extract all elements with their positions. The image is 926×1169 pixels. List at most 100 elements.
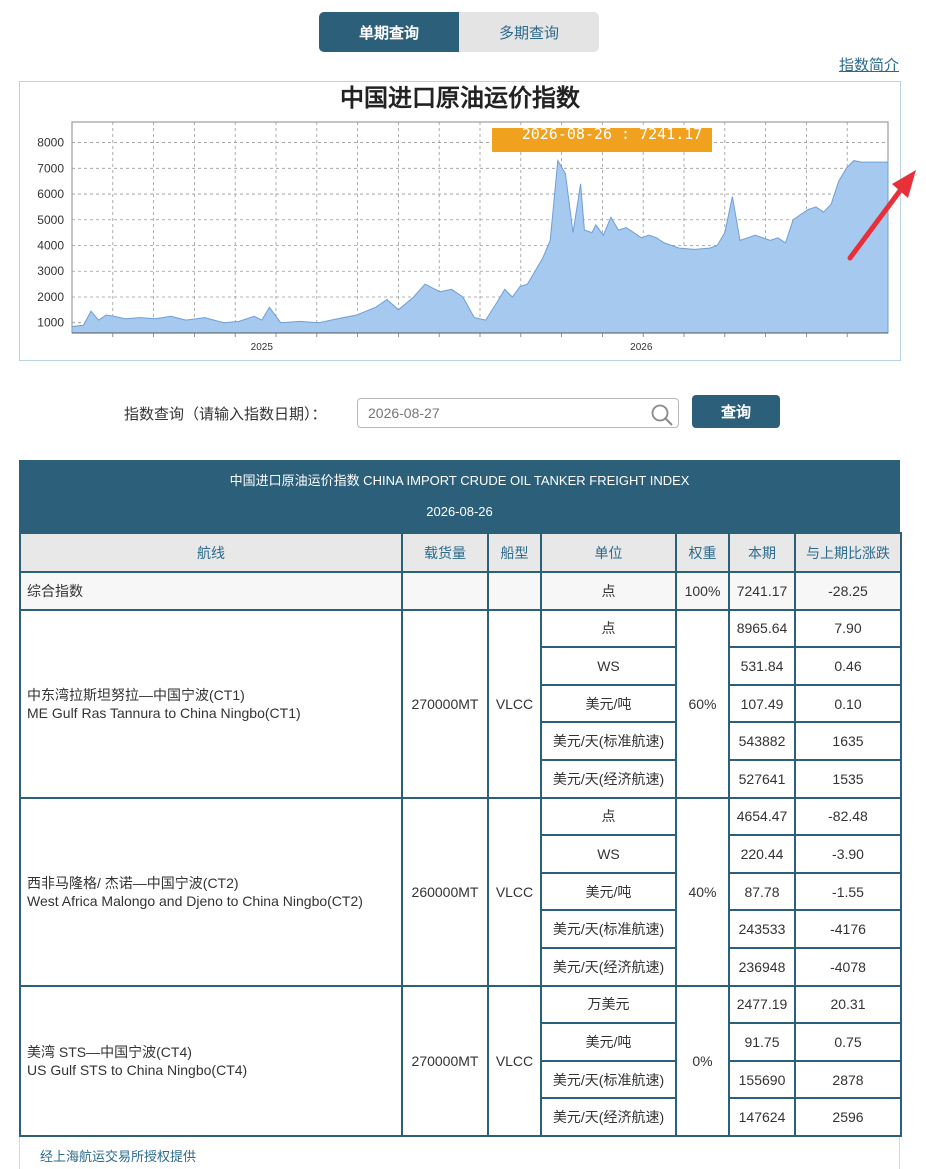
table-row-composite: 综合指数 点 100% 7241.17 -28.25 [19, 571, 902, 611]
table-row: 西非马隆格/ 杰诺—中国宁波(CT2) West Africa Malongo … [19, 796, 902, 987]
y-tick-label: 6000 [37, 187, 64, 201]
col-weight: 权重 [675, 532, 730, 573]
col-change: 与上期比涨跌 [794, 532, 902, 573]
y-tick-label: 1000 [37, 316, 64, 330]
change-cell: -4176 [794, 909, 902, 949]
y-tick-label: 7000 [37, 161, 64, 175]
search-icon[interactable] [650, 403, 674, 427]
footer-credit: 经上海航运交易所授权提供 [40, 1149, 197, 1164]
current-cell: 4654.47 [728, 796, 796, 837]
date-input[interactable] [357, 398, 679, 428]
query-label: 指数查询（请输入指数日期）： [124, 405, 327, 423]
current-cell: 87.78 [728, 871, 796, 912]
current-cell: 107.49 [728, 683, 796, 724]
composite-weight: 100% [675, 571, 730, 611]
cargo-ct2: 260000MT [401, 796, 489, 987]
table-title-bar: 中国进口原油运价指数 CHINA IMPORT CRUDE OIL TANKER… [19, 460, 900, 532]
weight-ct1: 60% [675, 608, 730, 799]
table-row: 美湾 STS—中国宁波(CT4) US Gulf STS to China Ni… [19, 984, 902, 1137]
route-ct1-cn: 中东湾拉斯坦努拉—中国宁波(CT1) [27, 686, 245, 703]
current-cell: 220.44 [728, 834, 796, 874]
table-header-row: 航线 载货量 船型 单位 权重 本期 与上期比涨跌 [19, 532, 902, 573]
col-unit: 单位 [540, 532, 677, 573]
current-cell: 147624 [728, 1097, 796, 1137]
current-cell: 91.75 [728, 1022, 796, 1062]
query-tabs: 单期查询 多期查询 [319, 12, 599, 52]
ship-ct2: VLCC [487, 796, 542, 987]
current-cell: 8965.64 [728, 608, 796, 649]
tab-single-period[interactable]: 单期查询 [319, 12, 459, 52]
route-ct2: 西非马隆格/ 杰诺—中国宁波(CT2) West Africa Malongo … [19, 796, 403, 987]
query-button[interactable]: 查询 [692, 395, 780, 428]
tab-multi-period[interactable]: 多期查询 [459, 12, 599, 52]
composite-ship [487, 571, 542, 611]
unit-cell: WS [540, 834, 677, 874]
ship-ct1: VLCC [487, 608, 542, 799]
y-tick-label: 4000 [37, 239, 64, 253]
change-cell: 1535 [794, 758, 902, 799]
chart-title: 中国进口原油运价指数 [340, 83, 581, 112]
unit-cell: WS [540, 646, 677, 686]
change-cell: -4078 [794, 946, 902, 987]
index-chart: 中国进口原油运价指数 1000 2000 3000 4000 5000 6000 7000 8… [19, 81, 901, 361]
table-row: 中东湾拉斯坦努拉—中国宁波(CT1) ME Gulf Ras Tannura t… [19, 608, 902, 799]
composite-change: -28.25 [794, 571, 902, 611]
unit-cell: 美元/天(经济航速) [540, 946, 677, 987]
composite-unit: 点 [540, 571, 677, 611]
unit-cell: 点 [540, 796, 677, 837]
route-ct1: 中东湾拉斯坦努拉—中国宁波(CT1) ME Gulf Ras Tannura t… [19, 608, 403, 799]
change-cell: 2596 [794, 1097, 902, 1137]
table-date: 2026-08-26 [426, 504, 493, 519]
chart-tooltip: 2026-08-26 : 7241.17 [522, 125, 703, 143]
col-cargo: 载货量 [401, 532, 489, 573]
current-cell: 243533 [728, 909, 796, 949]
composite-cargo [401, 571, 489, 611]
unit-cell: 美元/天(标准航速) [540, 1059, 677, 1100]
current-cell: 543882 [728, 721, 796, 761]
table-title: 中国进口原油运价指数 CHINA IMPORT CRUDE OIL TANKER… [229, 473, 690, 488]
change-cell: -3.90 [794, 834, 902, 874]
y-tick-label: 8000 [37, 136, 64, 150]
current-cell: 531.84 [728, 646, 796, 686]
y-tick-label: 3000 [37, 264, 64, 278]
route-ct1-en: ME Gulf Ras Tannura to China Ningbo(CT1) [27, 704, 301, 721]
y-tick-label: 5000 [37, 213, 64, 227]
route-ct4-cn: 美湾 STS—中国宁波(CT4) [27, 1043, 192, 1060]
unit-cell: 美元/吨 [540, 1022, 677, 1062]
cargo-ct4: 270000MT [401, 984, 489, 1137]
weight-ct2: 40% [675, 796, 730, 987]
unit-cell: 万美元 [540, 984, 677, 1025]
unit-cell: 点 [540, 608, 677, 649]
route-ct4-en: US Gulf STS to China Ningbo(CT4) [27, 1061, 248, 1078]
change-cell: 0.10 [794, 683, 902, 724]
change-cell: -1.55 [794, 871, 902, 912]
composite-current: 7241.17 [728, 571, 796, 611]
route-ct4: 美湾 STS—中国宁波(CT4) US Gulf STS to China Ni… [19, 984, 403, 1137]
unit-cell: 美元/吨 [540, 871, 677, 912]
query-row: 指数查询（请输入指数日期）： 查询 [0, 395, 926, 429]
unit-cell: 美元/天(经济航速) [540, 1097, 677, 1137]
x-tick-label: 2025 [251, 342, 274, 353]
red-arrow-icon [847, 170, 916, 261]
current-cell: 155690 [728, 1059, 796, 1100]
change-cell: 2878 [794, 1059, 902, 1100]
change-cell: 1635 [794, 721, 902, 761]
current-cell: 2477.19 [728, 984, 796, 1025]
composite-label: 综合指数 [19, 571, 403, 611]
current-cell: 236948 [728, 946, 796, 987]
unit-cell: 美元/天(标准航速) [540, 721, 677, 761]
col-route: 航线 [19, 532, 403, 573]
change-cell: 0.46 [794, 646, 902, 686]
ship-ct4: VLCC [487, 984, 542, 1137]
change-cell: 7.90 [794, 608, 902, 649]
col-ship: 船型 [487, 532, 542, 573]
cargo-ct1: 270000MT [401, 608, 489, 799]
change-cell: 20.31 [794, 984, 902, 1025]
route-ct2-cn: 西非马隆格/ 杰诺—中国宁波(CT2) [27, 874, 239, 891]
index-intro-link[interactable]: 指数简介 [839, 54, 899, 75]
current-cell: 527641 [728, 758, 796, 799]
change-cell: -82.48 [794, 796, 902, 837]
unit-cell: 美元/天(标准航速) [540, 909, 677, 949]
y-tick-label: 2000 [37, 290, 64, 304]
footer: 经上海航运交易所授权提供 [19, 1137, 900, 1169]
